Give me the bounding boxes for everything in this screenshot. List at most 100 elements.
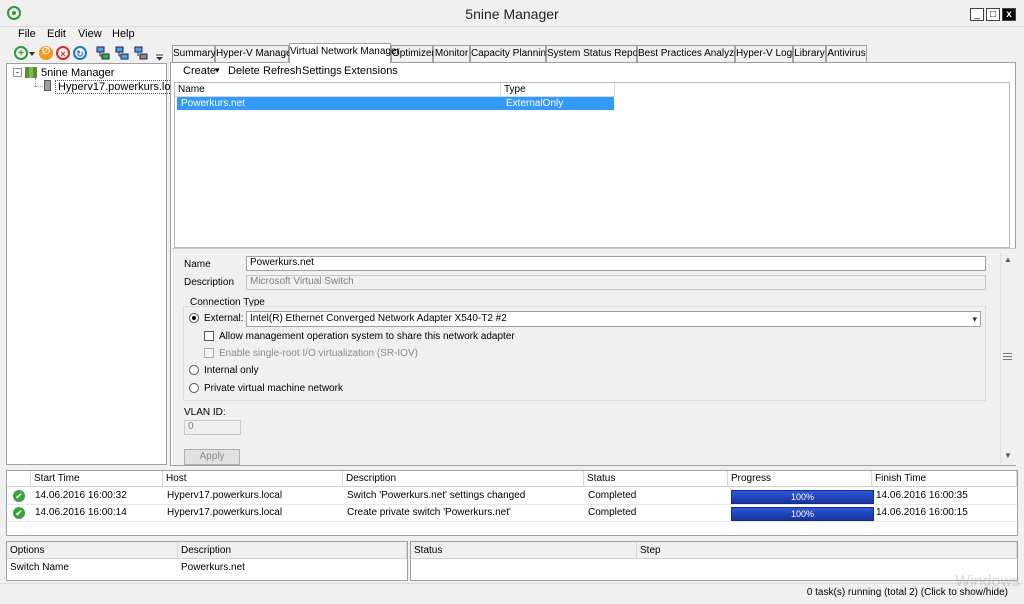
column-header-step[interactable]: Step (637, 542, 1017, 559)
column-header-type[interactable]: Type (501, 83, 615, 97)
menu-view[interactable]: View (78, 28, 102, 40)
sriov-checkbox (204, 348, 214, 358)
tab-antivirus[interactable]: Antivirus (826, 45, 867, 62)
apply-button[interactable]: Apply (184, 449, 240, 465)
tab-system-status-report[interactable]: System Status Report (546, 45, 644, 62)
menu-bar: File Edit View Help (0, 27, 1024, 43)
column-header-option-description[interactable]: Description (178, 542, 407, 559)
tree-item-root[interactable]: 5nine Manager (41, 67, 114, 79)
private-radio[interactable] (189, 383, 199, 393)
external-radio[interactable] (189, 313, 199, 323)
column-header-finish-time[interactable]: Finish Time (872, 471, 1017, 487)
details-scrollbar[interactable]: ▲ ▼ (1000, 253, 1014, 463)
table-row[interactable]: ✔ 14.06.2016 16:00:32 Hyperv17.powerkurs… (7, 488, 1017, 505)
column-header-host[interactable]: Host (163, 471, 343, 487)
column-header-status[interactable]: Status (584, 471, 728, 487)
network-connect-icon[interactable] (115, 46, 129, 60)
switch-type-cell: ExternalOnly (506, 98, 564, 109)
progress-label: 100% (790, 492, 815, 502)
internal-label: Internal only (204, 365, 259, 376)
table-row[interactable]: Powerkurs.net ExternalOnly (177, 97, 614, 110)
status-step-panel: Status Step (410, 541, 1018, 581)
server-tree: - 5nine Manager Hyperv17.powerkurs.local (6, 63, 188, 465)
maximize-button[interactable]: □ (986, 8, 1000, 21)
tab-summary[interactable]: Summary (172, 45, 216, 62)
completed-check-icon: ✔ (13, 490, 25, 502)
external-label: External: (204, 313, 244, 324)
add-dropdown-icon[interactable] (29, 51, 35, 57)
column-header-description[interactable]: Description (343, 471, 584, 487)
column-header-options[interactable]: Options (7, 542, 178, 559)
vlan-label: VLAN ID: (184, 407, 226, 418)
action-toolbar: Create ▾ Delete Refresh Settings Extensi… (174, 63, 1014, 81)
create-button[interactable]: Create (183, 65, 216, 77)
overflow-icon[interactable] (156, 53, 163, 61)
scroll-grip-icon[interactable] (1003, 353, 1012, 360)
menu-help[interactable]: Help (112, 28, 135, 40)
internal-radio[interactable] (189, 365, 199, 375)
options-panel: Options Description Switch Name Powerkur… (6, 541, 408, 581)
tab-library[interactable]: Library (793, 45, 826, 62)
tab-best-practices-analyzer[interactable]: Best Practices Analyzer (637, 45, 743, 62)
close-button[interactable]: x (1002, 8, 1016, 21)
refresh-button[interactable]: Refresh (263, 65, 302, 77)
allow-management-checkbox[interactable] (204, 331, 214, 341)
status-cell: Completed (588, 507, 637, 518)
connect-icon[interactable]: ∅ (39, 46, 53, 60)
extensions-button[interactable]: Extensions (344, 65, 398, 77)
tree-collapse-icon[interactable]: - (13, 68, 22, 77)
create-dropdown-icon[interactable]: ▾ (215, 65, 220, 76)
description-label: Description (184, 277, 235, 288)
column-header-icon (7, 471, 31, 487)
status-bar: 0 task(s) running (total 2) (Click to sh… (0, 583, 1024, 604)
add-icon[interactable]: + (14, 46, 28, 60)
tab-capacity-planning[interactable]: Capacity Planning (470, 45, 552, 62)
description-cell: Create private switch 'Powerkurs.net' (347, 507, 511, 518)
network-settings-icon[interactable] (134, 46, 148, 60)
name-field[interactable]: Powerkurs.net (246, 256, 986, 271)
status-cell: Completed (588, 490, 637, 501)
description-field: Microsoft Virtual Switch (246, 275, 986, 290)
tab-virtual-network-manager[interactable]: Virtual Network Manager (289, 43, 400, 63)
scroll-down-icon[interactable]: ▼ (1001, 449, 1015, 463)
external-adapter-select[interactable]: Intel(R) Ethernet Converged Network Adap… (246, 311, 981, 327)
private-label: Private virtual machine network (204, 383, 343, 394)
network-icon[interactable] (96, 46, 110, 60)
main-toolbar: + ∅ × ↻ (0, 43, 168, 63)
host-cell: Hyperv17.powerkurs.local (167, 507, 283, 518)
option-name-cell: Switch Name (10, 562, 69, 573)
external-adapter-value: Intel(R) Ethernet Converged Network Adap… (250, 313, 507, 324)
start-time-cell: 14.06.2016 16:00:14 (35, 507, 127, 518)
settings-button[interactable]: Settings (302, 65, 342, 77)
main-tabs: Summary Hyper-V Manager Virtual Network … (170, 43, 1020, 63)
finish-time-cell: 14.06.2016 16:00:15 (876, 507, 968, 518)
tree-connector (35, 86, 43, 87)
tab-hyperv-manager[interactable]: Hyper-V Manager (215, 45, 295, 62)
chevron-down-icon: ▾ (972, 314, 977, 324)
column-header-start-time[interactable]: Start Time (31, 471, 163, 487)
progress-label: 100% (790, 509, 815, 519)
table-row[interactable]: ✔ 14.06.2016 16:00:14 Hyperv17.powerkurs… (7, 505, 1017, 522)
refresh-icon[interactable]: ↻ (73, 46, 87, 60)
switch-list: Name Type Powerkurs.net ExternalOnly (174, 82, 1010, 248)
delete-button[interactable]: Delete (228, 65, 260, 77)
menu-file[interactable]: File (18, 28, 36, 40)
title-bar: 5nine Manager _ □ x (0, 0, 1024, 27)
host-cell: Hyperv17.powerkurs.local (167, 490, 283, 501)
tasks-table: Start Time Host Description Status Progr… (6, 470, 1018, 536)
window-title: 5nine Manager (465, 6, 559, 22)
sriov-label: Enable single-root I/O virtualization (S… (219, 348, 418, 359)
description-cell: Switch 'Powerkurs.net' settings changed (347, 490, 526, 501)
tab-hyperv-logs[interactable]: Hyper-V Logs (735, 45, 797, 62)
column-header-name[interactable]: Name (175, 83, 501, 97)
column-header-progress[interactable]: Progress (728, 471, 872, 487)
menu-edit[interactable]: Edit (47, 28, 66, 40)
minimize-button[interactable]: _ (970, 8, 984, 21)
host-icon (44, 80, 51, 91)
progress-bar: 100% (731, 507, 874, 521)
remove-icon[interactable]: × (56, 46, 70, 60)
scroll-up-icon[interactable]: ▲ (1001, 253, 1015, 267)
tab-monitor[interactable]: Monitor (433, 45, 470, 62)
tree-item-host[interactable]: Hyperv17.powerkurs.local (55, 80, 188, 94)
column-header-status[interactable]: Status (411, 542, 637, 559)
